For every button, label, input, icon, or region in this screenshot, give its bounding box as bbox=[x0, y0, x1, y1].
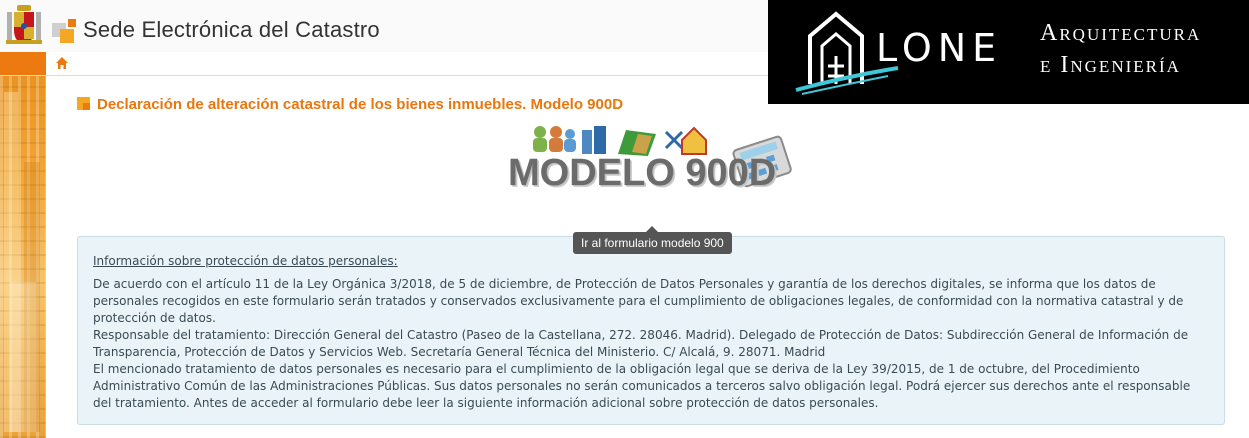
decorative-city-strip bbox=[0, 52, 46, 438]
nav-accent bbox=[0, 52, 46, 75]
brand-tagline-2: e Ingeniería bbox=[1040, 52, 1181, 78]
catastro-logo-icon bbox=[52, 19, 76, 43]
spain-coat-of-arms-icon bbox=[6, 5, 42, 44]
info-paragraph: Responsable del tratamiento: Dirección G… bbox=[93, 328, 1189, 359]
info-paragraph: De acuerdo con el artículo 11 de la Ley … bbox=[93, 277, 1184, 325]
info-title: Información sobre protección de datos pe… bbox=[93, 254, 398, 268]
brand-name: LONE bbox=[876, 26, 1003, 70]
info-paragraph: El mencionado tratamiento de datos perso… bbox=[93, 362, 1191, 410]
page-title: Declaración de alteración catastral de l… bbox=[97, 96, 624, 113]
site-title[interactable]: Sede Electrónica del Catastro bbox=[83, 17, 380, 43]
tooltip: Ir al formulario modelo 900 bbox=[573, 232, 732, 254]
square-bullet-icon bbox=[77, 97, 90, 110]
brand-watermark: LONE Arquitectura e Ingeniería bbox=[768, 0, 1249, 104]
modelo-900d-logo-text[interactable]: MODELO 900D bbox=[508, 152, 776, 195]
data-protection-info-box: Información sobre protección de datos pe… bbox=[77, 236, 1225, 425]
home-icon[interactable] bbox=[55, 56, 69, 70]
brand-tagline-1: Arquitectura bbox=[1040, 20, 1202, 46]
info-body: De acuerdo con el artículo 11 de la Ley … bbox=[93, 276, 1208, 412]
